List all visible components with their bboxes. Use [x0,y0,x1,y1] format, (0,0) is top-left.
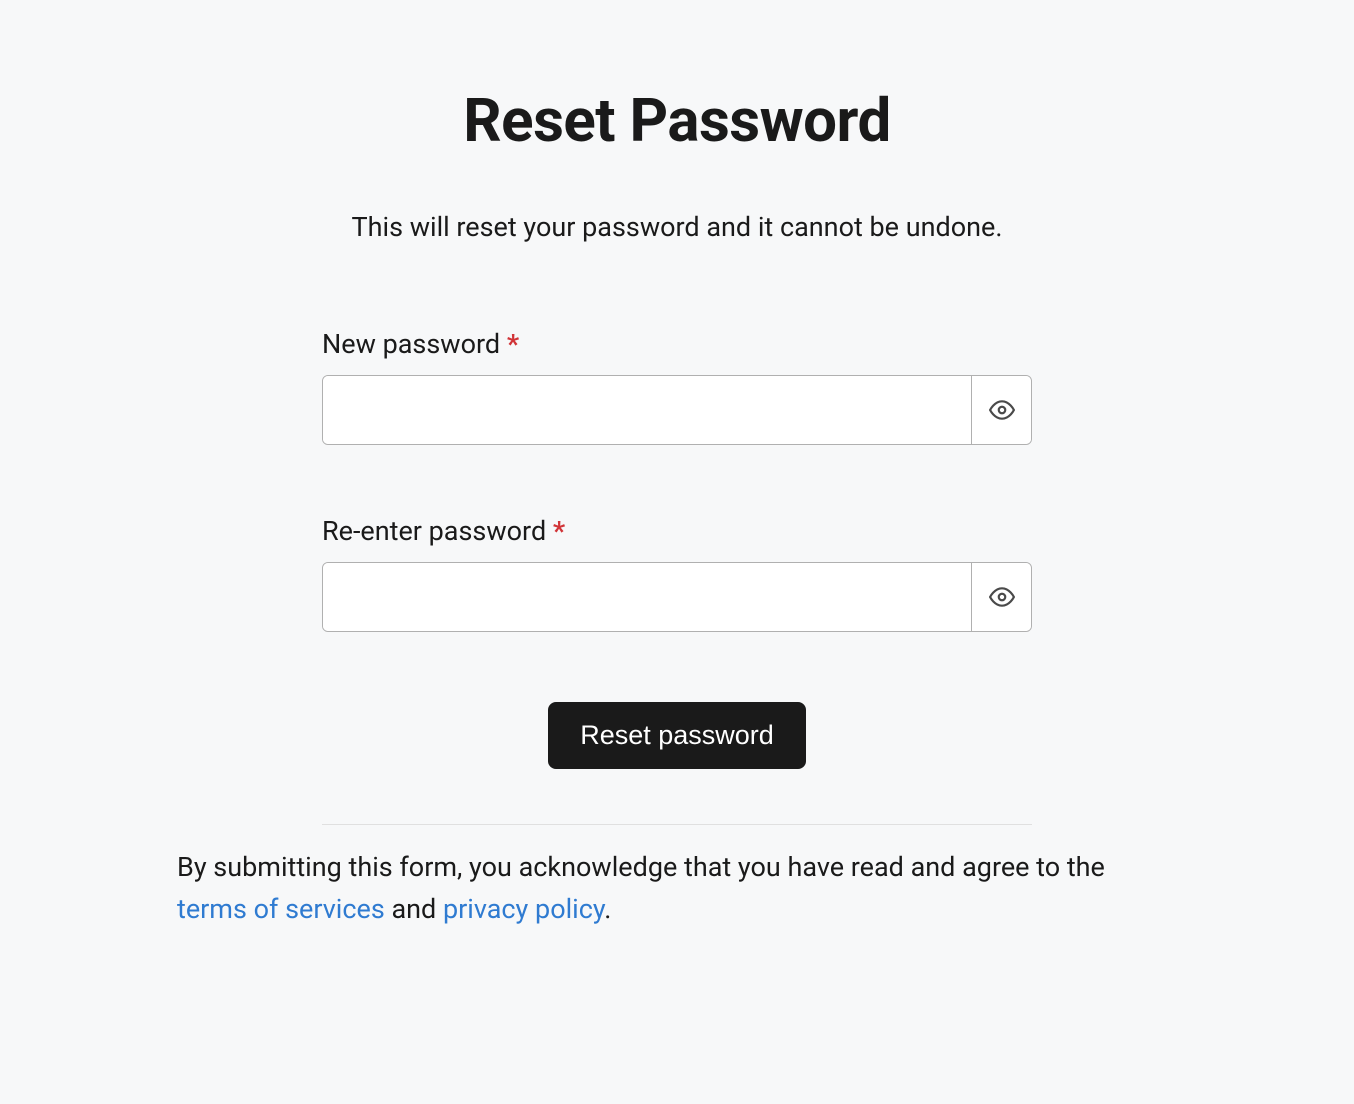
disclaimer-middle: and [385,893,443,925]
required-marker: * [553,515,565,547]
submit-button-wrap: Reset password [322,702,1032,769]
eye-icon [989,397,1015,423]
disclaimer-suffix: . [604,893,611,925]
reset-password-button[interactable]: Reset password [548,702,806,769]
reenter-password-input-group [322,562,1032,632]
page-title: Reset Password [322,85,1032,156]
toggle-reenter-password-visibility-button[interactable] [971,563,1031,631]
new-password-label-text: New password [322,328,500,360]
divider [322,824,1032,825]
eye-icon [989,584,1015,610]
reenter-password-input[interactable] [323,563,971,631]
reenter-password-label-text: Re-enter password [322,515,546,547]
page-subtitle: This will reset your password and it can… [322,211,1032,243]
disclaimer-text: By submitting this form, you acknowledge… [177,847,1177,931]
new-password-label: New password * [322,328,1032,360]
terms-of-service-link[interactable]: terms of services [177,893,385,925]
reset-password-form: New password * Re-enter password [322,328,1032,769]
disclaimer-prefix: By submitting this form, you acknowledge… [177,851,1105,883]
new-password-input-group [322,375,1032,445]
reenter-password-label: Re-enter password * [322,515,1032,547]
privacy-policy-link[interactable]: privacy policy [443,893,604,925]
reset-password-panel: Reset Password This will reset your pass… [322,85,1032,825]
toggle-new-password-visibility-button[interactable] [971,376,1031,444]
new-password-input[interactable] [323,376,971,444]
required-marker: * [507,328,519,360]
reenter-password-field: Re-enter password * [322,515,1032,632]
new-password-field: New password * [322,328,1032,445]
